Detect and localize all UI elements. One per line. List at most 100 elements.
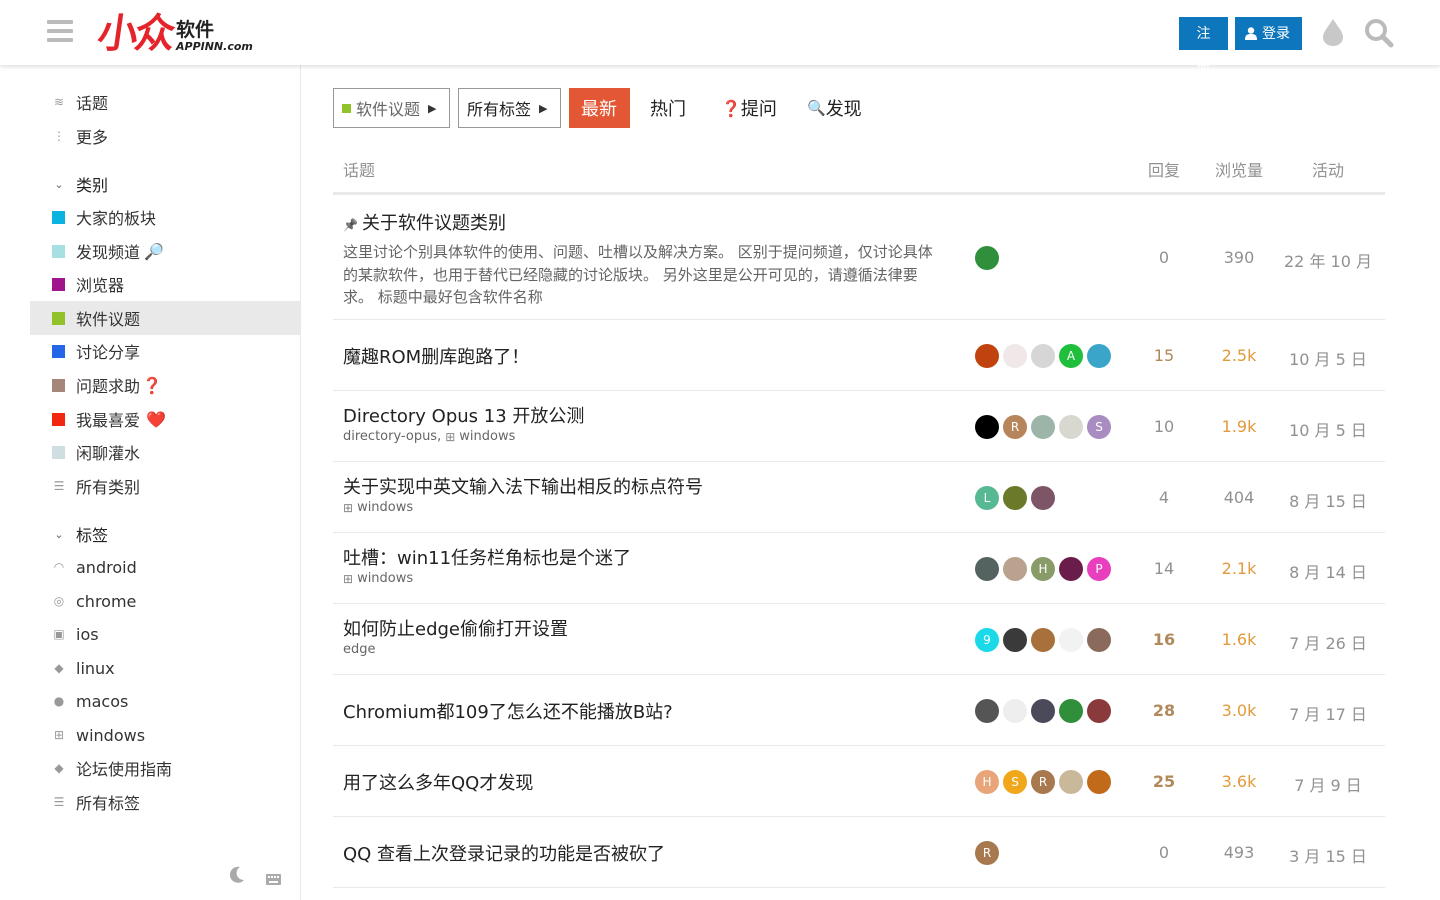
sidebar-category-item-active[interactable]: 软件议题 bbox=[30, 301, 300, 335]
topic-row[interactable]: 魔趣ROM删库跑路了！ A 15 2.5k 10 月 5 日 bbox=[333, 320, 1385, 391]
avatar[interactable] bbox=[1031, 485, 1055, 510]
topic-title-link[interactable]: 吐槽：win11任务栏角标也是个迷了 bbox=[343, 544, 631, 570]
avatar[interactable] bbox=[1003, 627, 1027, 652]
topic-title-link[interactable]: QQ 查看上次登录记录的功能是否被砍了 bbox=[343, 840, 665, 866]
tag-link[interactable]: directory-opus, bbox=[343, 429, 441, 444]
reply-count[interactable]: 25 bbox=[1134, 772, 1194, 791]
tag-link[interactable]: edge bbox=[343, 642, 376, 657]
avatar[interactable]: P bbox=[1087, 556, 1111, 581]
avatar[interactable] bbox=[1059, 698, 1083, 723]
tag-link[interactable]: ⊞ windows bbox=[343, 571, 413, 586]
activity-date[interactable]: 8 月 14 日 bbox=[1278, 559, 1378, 583]
avatar[interactable]: H bbox=[1031, 556, 1055, 581]
sidebar-category-item[interactable]: 问题求助 ❓ bbox=[30, 368, 300, 402]
sidebar-category-item[interactable]: 发现频道 🔎 bbox=[30, 234, 300, 268]
column-header-views[interactable]: 浏览量 bbox=[1215, 157, 1263, 181]
topic-row[interactable]: 📌 关于软件议题类别 这里讨论个别具体软件的使用、问题、吐槽以及解决方案。 区别于提… bbox=[333, 195, 1385, 320]
avatar[interactable] bbox=[1087, 769, 1111, 794]
avatar[interactable]: 9 bbox=[975, 627, 999, 652]
sidebar-item-more[interactable]: ⋮ 更多 bbox=[30, 119, 300, 153]
avatar[interactable] bbox=[1087, 343, 1111, 368]
sidebar-tag-ios[interactable]: ▣ ios bbox=[30, 617, 300, 651]
activity-date[interactable]: 10 月 5 日 bbox=[1278, 417, 1378, 441]
activity-date[interactable]: 22 年 10 月 bbox=[1278, 248, 1378, 272]
sidebar-tag-forum-guide[interactable]: ◆ 论坛使用指南 bbox=[30, 751, 300, 785]
activity-date[interactable]: 7 月 17 日 bbox=[1278, 701, 1378, 725]
tab-discover[interactable]: 🔍 发现 bbox=[807, 88, 862, 128]
sidebar-category-item[interactable]: 大家的板块 bbox=[30, 200, 300, 234]
topic-title-link[interactable]: 关于实现中英文输入法下输出相反的标点符号 bbox=[343, 473, 703, 499]
activity-date[interactable]: 7 月 9 日 bbox=[1278, 772, 1378, 796]
sidebar-all-categories[interactable]: ☰ 所有类别 bbox=[30, 469, 300, 503]
avatar[interactable] bbox=[1003, 556, 1027, 581]
tab-hot[interactable]: 热门 bbox=[650, 88, 686, 128]
avatar[interactable]: S bbox=[1003, 769, 1027, 794]
reply-count[interactable]: 28 bbox=[1134, 701, 1194, 720]
sidebar-tag-macos[interactable]: ● macos bbox=[30, 684, 300, 718]
avatar[interactable] bbox=[1003, 343, 1027, 368]
tag-filter-dropdown[interactable]: 所有标签 ▶ bbox=[458, 88, 561, 128]
avatar[interactable] bbox=[1003, 698, 1027, 723]
hamburger-menu-icon[interactable] bbox=[47, 20, 73, 42]
avatar[interactable]: R bbox=[1003, 414, 1027, 439]
avatar[interactable] bbox=[1003, 485, 1027, 510]
sidebar-category-item[interactable]: 我最喜爱 ❤️ bbox=[30, 402, 300, 436]
tag-link[interactable]: ⊞ windows bbox=[343, 500, 413, 515]
sidebar-tag-android[interactable]: ◠ android bbox=[30, 550, 300, 584]
sidebar-category-item[interactable]: 浏览器 bbox=[30, 267, 300, 301]
avatar[interactable] bbox=[1087, 627, 1111, 652]
topic-row[interactable]: 如何防止edge偷偷打开设置 edge 9 16 1.6k 7 月 26 日 bbox=[333, 604, 1385, 675]
sidebar-tags-heading[interactable]: ⌄ 标签 bbox=[30, 517, 300, 551]
tab-questions[interactable]: ❓ 提问 bbox=[721, 88, 777, 128]
avatar[interactable] bbox=[1031, 414, 1055, 439]
avatar[interactable]: R bbox=[1031, 769, 1055, 794]
water-drop-icon[interactable] bbox=[1315, 14, 1351, 50]
avatar[interactable] bbox=[1059, 414, 1083, 439]
avatar[interactable] bbox=[1031, 698, 1055, 723]
topic-row[interactable]: 关于实现中英文输入法下输出相反的标点符号 ⊞ windows L 4 404 8 月 15 … bbox=[333, 462, 1385, 533]
dark-mode-toggle-icon[interactable] bbox=[229, 866, 245, 888]
topic-title-link[interactable]: Chromium都109了怎么还不能播放B站? bbox=[343, 698, 673, 724]
topic-title-link[interactable]: 如何防止edge偷偷打开设置 bbox=[343, 615, 568, 641]
sidebar-tag-linux[interactable]: ◆ linux bbox=[30, 651, 300, 685]
avatar[interactable]: H bbox=[975, 769, 999, 794]
topic-title-link[interactable]: Directory Opus 13 开放公测 bbox=[343, 402, 584, 428]
avatar[interactable] bbox=[1087, 698, 1111, 723]
login-button[interactable]: 登录 bbox=[1235, 17, 1302, 50]
sidebar-tag-windows[interactable]: ⊞ windows bbox=[30, 718, 300, 752]
activity-date[interactable]: 8 月 15 日 bbox=[1278, 488, 1378, 512]
reply-count[interactable]: 16 bbox=[1134, 630, 1194, 649]
avatar[interactable] bbox=[975, 343, 999, 368]
reply-count[interactable]: 10 bbox=[1134, 417, 1194, 436]
topic-row[interactable]: QQ 查看上次登录记录的功能是否被砍了 R 0 493 3 月 15 日 bbox=[333, 817, 1385, 888]
avatar[interactable] bbox=[1059, 556, 1083, 581]
category-filter-dropdown[interactable]: 软件议题 ▶ bbox=[333, 88, 450, 128]
topic-row[interactable]: Chromium都109了怎么还不能播放B站? 28 3.0k 7 月 17 日 bbox=[333, 675, 1385, 746]
reply-count[interactable]: 14 bbox=[1134, 559, 1194, 578]
reply-count[interactable]: 0 bbox=[1134, 248, 1194, 267]
topic-row[interactable]: Directory Opus 13 开放公测 directory-opus, ⊞ wi… bbox=[333, 391, 1385, 462]
sidebar-tag-chrome[interactable]: ◎ chrome bbox=[30, 584, 300, 618]
reply-count[interactable]: 4 bbox=[1134, 488, 1194, 507]
reply-count[interactable]: 15 bbox=[1134, 346, 1194, 365]
tab-latest[interactable]: 最新 bbox=[569, 88, 630, 128]
site-logo[interactable]: 小众 软件 APPINN.com bbox=[95, 10, 253, 57]
avatar[interactable] bbox=[975, 698, 999, 723]
avatar[interactable] bbox=[975, 556, 999, 581]
sidebar-item-topics[interactable]: ≋ 话题 bbox=[30, 85, 300, 119]
activity-date[interactable]: 7 月 26 日 bbox=[1278, 630, 1378, 654]
avatar[interactable] bbox=[1059, 627, 1083, 652]
column-header-replies[interactable]: 回复 bbox=[1148, 157, 1180, 181]
activity-date[interactable]: 10 月 5 日 bbox=[1278, 346, 1378, 370]
keyboard-shortcuts-icon[interactable] bbox=[266, 870, 281, 889]
avatar[interactable]: S bbox=[1087, 414, 1111, 439]
avatar[interactable]: A bbox=[1059, 343, 1083, 368]
search-icon[interactable] bbox=[1360, 14, 1396, 50]
sidebar-all-tags[interactable]: ☰ 所有标签 bbox=[30, 785, 300, 819]
avatar[interactable]: R bbox=[975, 840, 999, 865]
topic-title-link[interactable]: 魔趣ROM删库跑路了！ bbox=[343, 343, 529, 369]
activity-date[interactable]: 3 月 15 日 bbox=[1278, 843, 1378, 867]
column-header-activity[interactable]: 活动 bbox=[1312, 157, 1344, 181]
sidebar-categories-heading[interactable]: ⌄ 类别 bbox=[30, 167, 300, 201]
sidebar-category-item[interactable]: 闲聊灌水 bbox=[30, 435, 300, 469]
